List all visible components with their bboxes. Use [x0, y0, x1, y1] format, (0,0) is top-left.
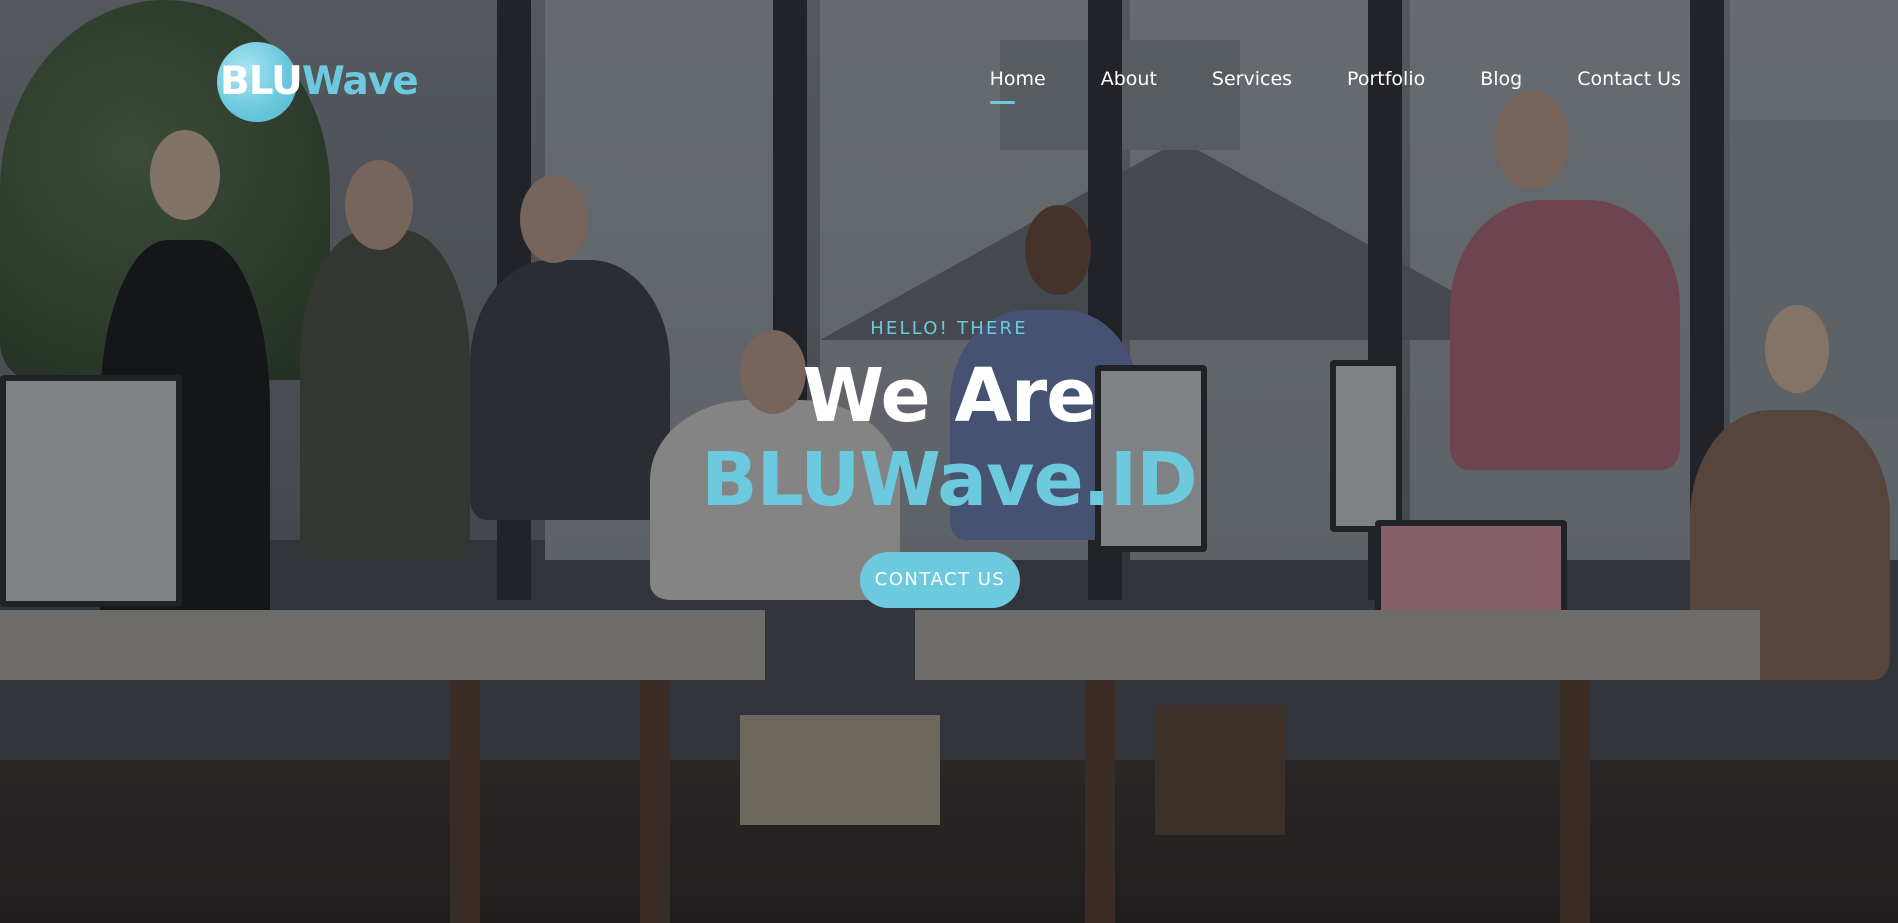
brand-logo[interactable]: BLUWave [217, 42, 419, 122]
site-header: BLUWave Home About Services Portfolio Bl… [0, 0, 1898, 165]
nav-item-services[interactable]: Services [1212, 68, 1292, 100]
nav-item-about[interactable]: About [1101, 68, 1157, 100]
nav-item-home[interactable]: Home [989, 68, 1046, 104]
main-navigation: Home About Services Portfolio Blog Conta… [935, 68, 1681, 104]
hero-headline-line2: BLUWave.ID [701, 437, 1197, 523]
logo-text-blu: BLU [220, 59, 303, 104]
hero-section: BLUWave Home About Services Portfolio Bl… [0, 0, 1898, 923]
hero-eyebrow: HELLO! THERE [870, 318, 1028, 339]
hero-headline-line1: We Are [802, 353, 1097, 439]
logo-text-wave: Wave [301, 59, 419, 104]
logo-text: BLUWave [217, 42, 419, 122]
nav-item-contact-us[interactable]: Contact Us [1577, 68, 1681, 100]
nav-item-blog[interactable]: Blog [1480, 68, 1522, 100]
nav-item-portfolio[interactable]: Portfolio [1347, 68, 1425, 100]
contact-us-button[interactable]: CONTACT US [860, 552, 1020, 608]
